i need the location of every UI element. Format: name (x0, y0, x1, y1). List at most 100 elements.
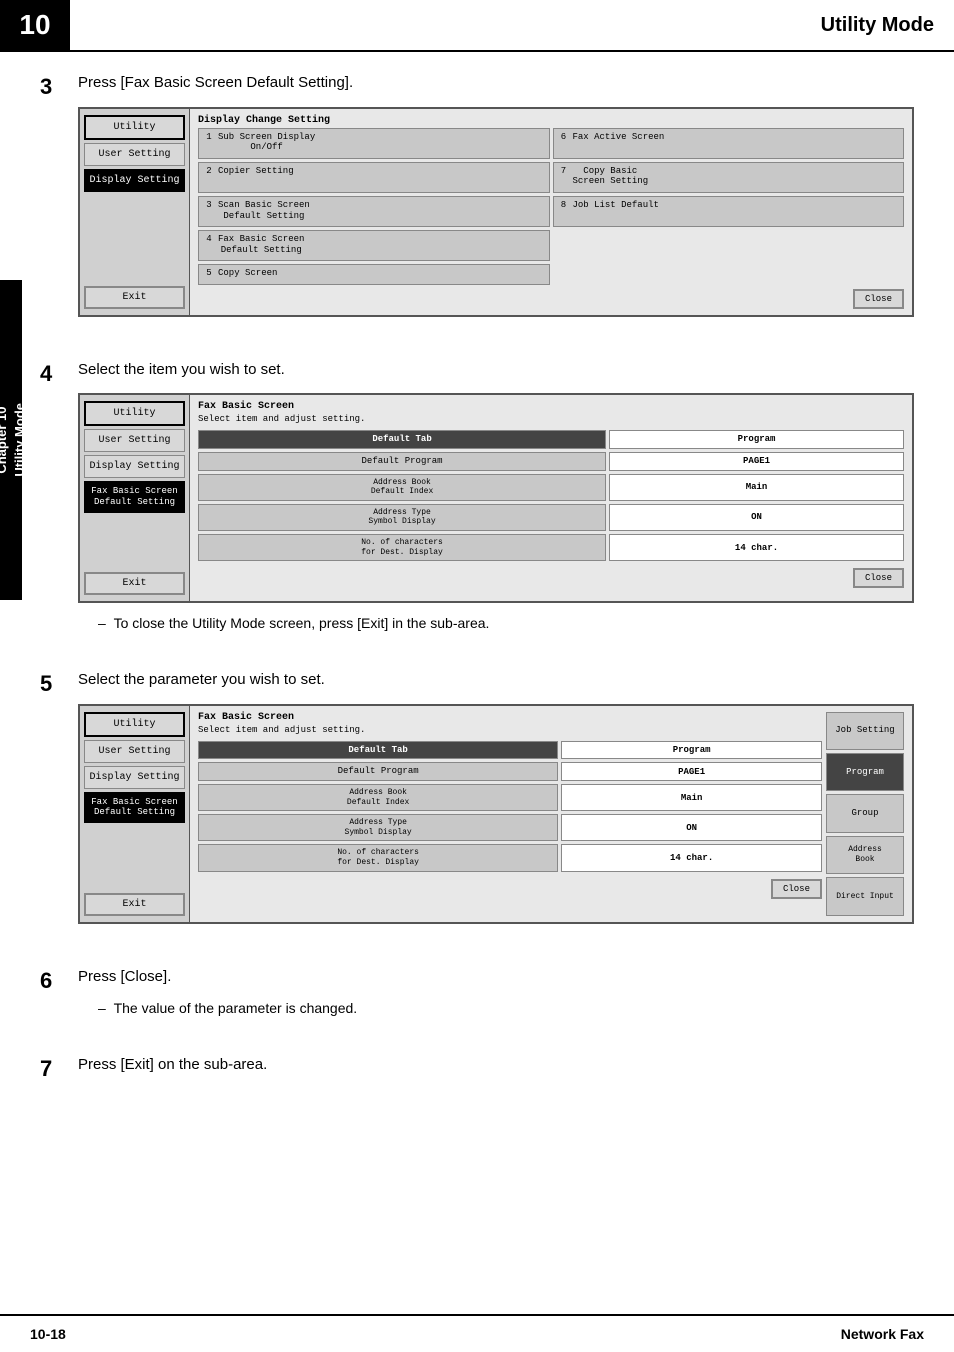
screen3-display-setting-btn[interactable]: Display Setting (84, 766, 185, 789)
screen3-close-row: Close (198, 879, 822, 899)
screen3-title: Fax Basic Screen (198, 712, 822, 723)
page-footer: 10-18 Network Fax (0, 1314, 954, 1352)
screen3-label-3[interactable]: Address BookDefault Index (198, 784, 558, 811)
step-7-body: Press [Exit] on the sub-area. (78, 1054, 914, 1089)
screen3-value-2: PAGE1 (561, 762, 822, 781)
screen3-user-setting-btn[interactable]: User Setting (84, 740, 185, 763)
screen2-exit-btn[interactable]: Exit (84, 572, 185, 595)
screen1-exit-btn[interactable]: Exit (84, 286, 185, 309)
screen2-row-3: Address BookDefault Index Main (198, 474, 904, 501)
step-5-body: Select the parameter you wish to set. Ut… (78, 669, 914, 936)
screen2-close-row: Close (198, 568, 904, 588)
screen1-item-8[interactable]: 8Job List Default (553, 196, 905, 227)
screen2-value-2: PAGE1 (609, 452, 904, 471)
screen2-value-4: ON (609, 504, 904, 531)
screen3-row-4: Address TypeSymbol Display ON (198, 814, 822, 841)
screen3-value-3: Main (561, 784, 822, 811)
screen1-main: Display Change Setting 1Sub Screen Displ… (190, 109, 912, 315)
step-6-note: – The value of the parameter is changed. (78, 1000, 914, 1016)
step-5-number: 5 (40, 671, 78, 697)
step-3-number: 3 (40, 74, 78, 100)
step-5-desc: Select the parameter you wish to set. (78, 669, 914, 692)
step-6-body: Press [Close]. – The value of the parame… (78, 966, 914, 1025)
screen1-display-setting-btn[interactable]: Display Setting (84, 169, 185, 192)
screen2-label-5[interactable]: No. of charactersfor Dest. Display (198, 534, 606, 561)
step-6-number: 6 (40, 968, 78, 994)
screen2-display-setting-btn[interactable]: Display Setting (84, 455, 185, 478)
screen3-group-btn[interactable]: Group (826, 794, 904, 832)
step-4-note: – To close the Utility Mode screen, pres… (78, 615, 914, 631)
screen2-row-5: No. of charactersfor Dest. Display 14 ch… (198, 534, 904, 561)
screen2-label-1[interactable]: Default Tab (198, 430, 606, 449)
screen3-direct-input-btn[interactable]: Direct Input (826, 877, 904, 915)
screen1-item-1[interactable]: 1Sub Screen DisplayOn/Off (198, 128, 550, 159)
footer-page-number: 10-18 (30, 1326, 66, 1342)
screen3-job-setting-label: Job Setting (826, 712, 904, 750)
page-title: Utility Mode (70, 0, 954, 50)
footer-section-title: Network Fax (841, 1326, 924, 1342)
screen3-program-btn[interactable]: Program (826, 753, 904, 791)
screen1-utility-btn[interactable]: Utility (84, 115, 185, 140)
page-header: 10 Utility Mode (0, 0, 954, 52)
screen3-subtitle: Select item and adjust setting. (198, 725, 822, 735)
screen1-item-2[interactable]: 2Copier Setting (198, 162, 550, 193)
screen1-item-6[interactable]: 6Fax Active Screen (553, 128, 905, 159)
screen2-title: Fax Basic Screen (198, 401, 904, 412)
screen2-main: Fax Basic Screen Select item and adjust … (190, 395, 912, 601)
screen3-exit-btn[interactable]: Exit (84, 893, 185, 916)
screen1-close-btn[interactable]: Close (853, 289, 904, 309)
step-4-desc: Select the item you wish to set. (78, 359, 914, 382)
screen2-value-3: Main (609, 474, 904, 501)
screen2-fax-basic-btn[interactable]: Fax Basic ScreenDefault Setting (84, 481, 185, 513)
screen3-row-3: Address BookDefault Index Main (198, 784, 822, 811)
screen1-item-5[interactable]: 5Copy Screen (198, 264, 550, 284)
screen3-mockup: Utility User Setting Display Setting Fax… (78, 704, 914, 924)
screen3-close-btn[interactable]: Close (771, 879, 822, 899)
screen2-subtitle: Select item and adjust setting. (198, 414, 904, 424)
screen2-close-btn[interactable]: Close (853, 568, 904, 588)
screen3-utility-btn[interactable]: Utility (84, 712, 185, 737)
screen2-mockup: Utility User Setting Display Setting Fax… (78, 393, 914, 603)
screen3-label-5[interactable]: No. of charactersfor Dest. Display (198, 844, 558, 871)
step-4-body: Select the item you wish to set. Utility… (78, 359, 914, 640)
screen3-row-2: Default Program PAGE1 (198, 762, 822, 781)
screen1-item-4[interactable]: 4Fax Basic ScreenDefault Setting (198, 230, 550, 261)
screen2-value-1: Program (609, 430, 904, 449)
screen2-label-4[interactable]: Address TypeSymbol Display (198, 504, 606, 531)
screen3-label-1[interactable]: Default Tab (198, 741, 558, 760)
step-4-number: 4 (40, 361, 78, 387)
screen2-utility-btn[interactable]: Utility (84, 401, 185, 426)
step-4: 4 Select the item you wish to set. Utili… (40, 359, 914, 640)
screen3-label-4[interactable]: Address TypeSymbol Display (198, 814, 558, 841)
screen1-item-3[interactable]: 3Scan Basic ScreenDefault Setting (198, 196, 550, 227)
screen3-label-2[interactable]: Default Program (198, 762, 558, 781)
screen3-row-5: No. of charactersfor Dest. Display 14 ch… (198, 844, 822, 871)
screen3-fax-basic-btn[interactable]: Fax Basic ScreenDefault Setting (84, 792, 185, 824)
sidebar-tab-text: Chapter 10Utility Mode (0, 403, 29, 477)
step-7-number: 7 (40, 1056, 78, 1082)
chapter-number: 10 (0, 0, 70, 50)
screen3-sidebar: Utility User Setting Display Setting Fax… (80, 706, 190, 922)
main-content: 3 Press [Fax Basic Screen Default Settin… (0, 52, 954, 1159)
step-6-desc: Press [Close]. (78, 966, 914, 989)
screen3-value-1: Program (561, 741, 822, 760)
screen1-item-7[interactable]: 7Copy BasicScreen Setting (553, 162, 905, 193)
screen2-row-4: Address TypeSymbol Display ON (198, 504, 904, 531)
screen3-value-4: ON (561, 814, 822, 841)
screen3-right-col: Job Setting Program Group AddressBook Di… (826, 712, 904, 916)
screen1-mockup: Utility User Setting Display Setting Exi… (78, 107, 914, 317)
screen2-label-3[interactable]: Address BookDefault Index (198, 474, 606, 501)
screen1-user-setting-btn[interactable]: User Setting (84, 143, 185, 166)
screen2-row-2: Default Program PAGE1 (198, 452, 904, 471)
step-3: 3 Press [Fax Basic Screen Default Settin… (40, 72, 914, 329)
screen1-sidebar: Utility User Setting Display Setting Exi… (80, 109, 190, 315)
screen2-label-2[interactable]: Default Program (198, 452, 606, 471)
step-7-desc: Press [Exit] on the sub-area. (78, 1054, 914, 1077)
chapter-sidebar-tab: Chapter 10Utility Mode (0, 280, 22, 600)
screen3-address-book-btn[interactable]: AddressBook (826, 836, 904, 874)
screen2-row-1: Default Tab Program (198, 430, 904, 449)
step-5: 5 Select the parameter you wish to set. … (40, 669, 914, 936)
screen1-close-row: Close (198, 289, 904, 309)
screen2-user-setting-btn[interactable]: User Setting (84, 429, 185, 452)
screen2-sidebar: Utility User Setting Display Setting Fax… (80, 395, 190, 601)
